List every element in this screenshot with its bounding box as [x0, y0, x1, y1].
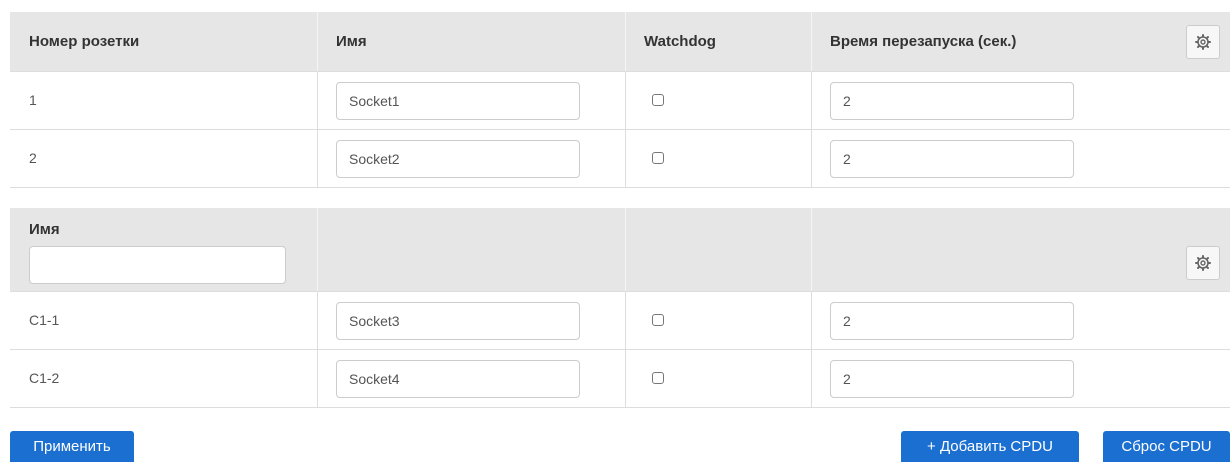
gear-icon: [1195, 34, 1211, 50]
cpdu-name-input[interactable]: [29, 246, 286, 284]
socket-name-input[interactable]: [336, 82, 580, 120]
restart-time-input[interactable]: [830, 140, 1074, 178]
socket-number: 1: [29, 92, 37, 108]
reset-cpdu-button[interactable]: Сброс CPDU: [1103, 431, 1230, 462]
column-settings-button[interactable]: [1186, 25, 1220, 59]
watchdog-checkbox[interactable]: [652, 372, 664, 384]
socket-name-input[interactable]: [336, 360, 580, 398]
socket-name-input[interactable]: [336, 302, 580, 340]
header-socket-number: Номер розетки: [29, 33, 140, 50]
watchdog-checkbox[interactable]: [652, 152, 664, 164]
cpdu-sockets-table: Имя C1-1 Socket3 2 C1-2 Socket4 2: [10, 208, 1230, 408]
socket-name-input[interactable]: [336, 140, 580, 178]
table-row: C1-1: [10, 292, 1230, 350]
restart-time-input[interactable]: [830, 360, 1074, 398]
apply-button[interactable]: Применить: [10, 431, 134, 462]
socket-number: C1-2: [29, 370, 60, 386]
table-row: C1-2: [10, 350, 1230, 408]
header-restart-time: Время перезапуска (сек.): [830, 33, 1017, 50]
table-row: 2: [10, 130, 1230, 188]
restart-time-input[interactable]: [830, 82, 1074, 120]
socket-number: 2: [29, 150, 37, 166]
watchdog-checkbox[interactable]: [652, 94, 664, 106]
header-name: Имя: [29, 221, 60, 238]
socket-number: C1-1: [29, 312, 60, 328]
cpdu-settings-button[interactable]: [1186, 246, 1220, 280]
header-watchdog: Watchdog: [644, 33, 716, 50]
table-row: 1: [10, 72, 1230, 130]
add-cpdu-button[interactable]: + Добавить CPDU: [901, 431, 1079, 462]
table-header: Номер розетки Имя Watchdog Время перезап…: [10, 12, 1230, 72]
gear-icon: [1195, 255, 1211, 271]
header-name: Имя: [336, 33, 367, 50]
sockets-table: Номер розетки Имя Watchdog Время перезап…: [10, 12, 1230, 188]
watchdog-checkbox[interactable]: [652, 314, 664, 326]
table-header: Имя: [10, 208, 1230, 292]
restart-time-input[interactable]: [830, 302, 1074, 340]
